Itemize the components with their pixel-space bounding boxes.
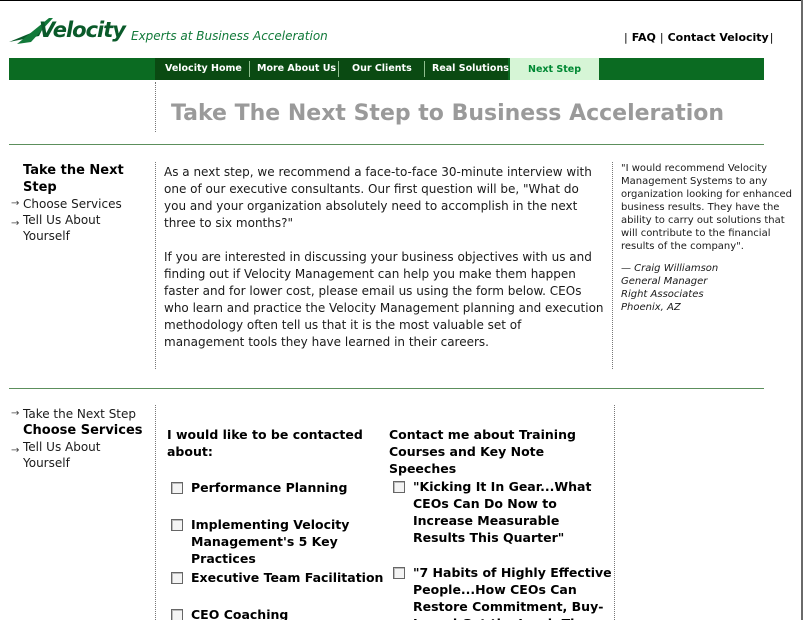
top-links: | FAQ | Contact Velocity| bbox=[624, 31, 774, 44]
page-title: Take The Next Step to Business Accelerat… bbox=[171, 101, 725, 126]
side-nav: Take the Next Step → Choose Services → Tel… bbox=[9, 163, 154, 244]
nav-velocity-home[interactable]: Velocity Home bbox=[165, 58, 242, 80]
contact-heading: I would like to be contacted about: bbox=[167, 427, 363, 459]
sidenav-item-take-next-step[interactable]: → Take the Next Step bbox=[9, 406, 154, 422]
contact-velocity-link[interactable]: Contact Velocity bbox=[668, 31, 769, 44]
testimonial-location: Phoenix, AZ bbox=[621, 302, 681, 313]
intro-text: As a next step, we recommend a face-to-f… bbox=[164, 164, 604, 368]
option-ceo-coaching[interactable]: CEO Coaching bbox=[171, 606, 386, 620]
option-7-habits[interactable]: "7 Habits of Highly Effective People...H… bbox=[393, 564, 614, 620]
sidenav-active-label: Take the Next bbox=[23, 163, 124, 178]
arrow-right-icon: → bbox=[11, 445, 20, 456]
divider bbox=[614, 405, 615, 620]
testimonial-text: "I would recommend Velocity Management S… bbox=[621, 163, 793, 252]
window-top-border bbox=[0, 0, 803, 1]
nav-our-clients[interactable]: Our Clients bbox=[352, 58, 412, 80]
velocity-logo[interactable]: Velocity bbox=[9, 14, 127, 46]
testimonial: "I would recommend Velocity Management S… bbox=[621, 162, 793, 314]
divider bbox=[155, 162, 156, 369]
checkbox[interactable] bbox=[171, 572, 183, 584]
section-rule bbox=[9, 388, 764, 389]
option-performance-planning[interactable]: Performance Planning bbox=[171, 479, 386, 496]
main-nav: Velocity Home More About Us Our Clients … bbox=[9, 58, 764, 80]
sidenav-active-label: Step bbox=[23, 180, 57, 195]
nav-real-solutions[interactable]: Real Solutions bbox=[432, 58, 509, 80]
nav-more-about-us[interactable]: More About Us bbox=[257, 58, 336, 80]
section-rule bbox=[9, 144, 764, 145]
checkbox[interactable] bbox=[393, 567, 405, 579]
sidenav-item-tell-us[interactable]: → Tell Us About Yourself bbox=[9, 439, 154, 471]
divider bbox=[155, 82, 156, 132]
option-executive-team[interactable]: Executive Team Facilitation bbox=[171, 569, 386, 586]
divider bbox=[155, 405, 156, 620]
intro-paragraph: As a next step, we recommend a face-to-f… bbox=[164, 165, 592, 230]
sidenav-item-choose-services[interactable]: → Choose Services bbox=[9, 196, 154, 212]
testimonial-name: — Craig Williamson bbox=[621, 263, 719, 274]
checkbox[interactable] bbox=[393, 481, 405, 493]
logo-text: Velocity bbox=[39, 18, 126, 42]
side-nav-2: → Take the Next Step Choose Services → Tel… bbox=[9, 406, 154, 471]
faq-link[interactable]: FAQ bbox=[632, 31, 656, 44]
tagline: Experts at Business Acceleration bbox=[131, 29, 328, 43]
sidenav-item-tell-us[interactable]: → Tell Us About Yourself bbox=[9, 212, 154, 244]
arrow-right-icon: → bbox=[11, 408, 20, 419]
arrow-right-icon: → bbox=[11, 198, 20, 209]
option-implementing-velocity[interactable]: Implementing Velocity Management's 5 Key… bbox=[171, 516, 396, 567]
training-heading: Contact me about Training Courses and Ke… bbox=[389, 427, 576, 476]
arrow-right-icon: → bbox=[11, 218, 20, 229]
sidenav-active-label: Choose Services bbox=[23, 423, 143, 438]
checkbox[interactable] bbox=[171, 519, 183, 531]
divider bbox=[612, 162, 613, 369]
testimonial-company: Right Associates bbox=[621, 289, 704, 300]
testimonial-title: General Manager bbox=[621, 276, 708, 287]
nav-next-step[interactable]: Next Step bbox=[510, 58, 599, 80]
intro-paragraph: If you are interested in discussing your… bbox=[164, 250, 604, 349]
checkbox[interactable] bbox=[171, 609, 183, 620]
checkbox[interactable] bbox=[171, 482, 183, 494]
option-kicking-it-in-gear[interactable]: "Kicking It In Gear...What CEOs Can Do N… bbox=[393, 478, 614, 546]
